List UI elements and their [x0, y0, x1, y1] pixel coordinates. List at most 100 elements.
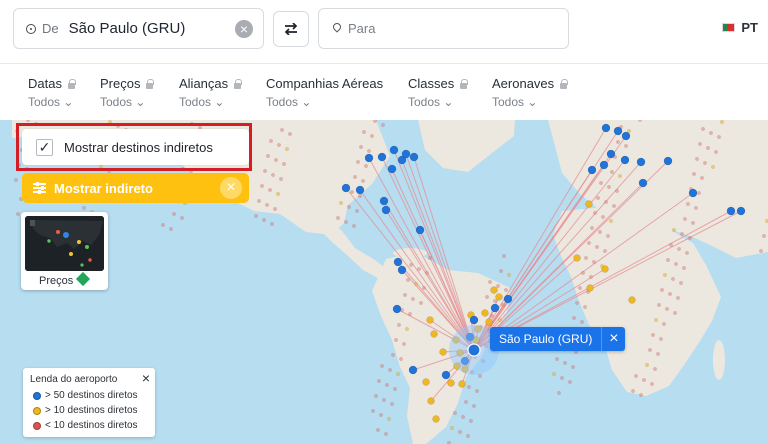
small-airport-dot[interactable] [161, 223, 165, 227]
small-airport-dot[interactable] [672, 228, 676, 232]
small-airport-dot[interactable] [709, 131, 713, 135]
small-airport-dot[interactable] [683, 217, 687, 221]
small-airport-dot[interactable] [271, 173, 275, 177]
major-airport-dot[interactable] [620, 155, 630, 165]
small-airport-dot[interactable] [464, 400, 468, 404]
small-airport-dot[interactable] [686, 202, 690, 206]
medium-airport-dot[interactable] [458, 380, 466, 388]
major-airport-dot[interactable] [736, 206, 746, 216]
close-icon[interactable]: × [142, 370, 150, 386]
medium-airport-dot[interactable] [495, 293, 503, 301]
small-airport-dot[interactable] [356, 160, 360, 164]
small-airport-dot[interactable] [257, 199, 261, 203]
small-airport-dot[interactable] [385, 383, 389, 387]
small-airport-dot[interactable] [656, 352, 660, 356]
small-airport-dot[interactable] [651, 333, 655, 337]
small-airport-dot[interactable] [266, 154, 270, 158]
medium-airport-dot[interactable] [439, 348, 447, 356]
small-airport-dot[interactable] [422, 286, 426, 290]
small-airport-dot[interactable] [700, 176, 704, 180]
major-airport-dot[interactable] [663, 156, 673, 166]
small-airport-dot[interactable] [697, 191, 701, 195]
small-airport-dot[interactable] [604, 200, 608, 204]
major-airport-dot[interactable] [389, 145, 399, 155]
small-airport-dot[interactable] [572, 316, 576, 320]
small-airport-dot[interactable] [265, 203, 269, 207]
small-airport-dot[interactable] [688, 236, 692, 240]
small-airport-dot[interactable] [595, 245, 599, 249]
small-airport-dot[interactable] [396, 372, 400, 376]
small-airport-dot[interactable] [499, 269, 503, 273]
small-airport-dot[interactable] [603, 249, 607, 253]
small-airport-dot[interactable] [639, 393, 643, 397]
close-icon[interactable]: × [601, 327, 625, 351]
small-airport-dot[interactable] [618, 174, 622, 178]
small-airport-dot[interactable] [344, 220, 348, 224]
major-airport-dot[interactable] [726, 206, 736, 216]
small-airport-dot[interactable] [370, 134, 374, 138]
major-airport-dot[interactable] [490, 303, 500, 313]
swap-route-button[interactable] [273, 11, 309, 47]
major-airport-dot[interactable] [606, 149, 616, 159]
small-airport-dot[interactable] [698, 142, 702, 146]
small-airport-dot[interactable] [262, 218, 266, 222]
major-airport-dot[interactable] [377, 152, 387, 162]
small-airport-dot[interactable] [624, 144, 628, 148]
small-airport-dot[interactable] [402, 342, 406, 346]
small-airport-dot[interactable] [552, 372, 556, 376]
small-airport-dot[interactable] [388, 368, 392, 372]
small-airport-dot[interactable] [411, 297, 415, 301]
small-airport-dot[interactable] [668, 292, 672, 296]
major-airport-dot[interactable] [408, 365, 418, 375]
small-airport-dot[interactable] [380, 364, 384, 368]
small-airport-dot[interactable] [665, 307, 669, 311]
small-airport-dot[interactable] [677, 247, 681, 251]
small-airport-dot[interactable] [288, 132, 292, 136]
small-airport-dot[interactable] [592, 260, 596, 264]
small-airport-dot[interactable] [403, 293, 407, 297]
major-airport-dot[interactable] [469, 315, 479, 325]
small-airport-dot[interactable] [660, 288, 664, 292]
small-airport-dot[interactable] [676, 296, 680, 300]
small-airport-dot[interactable] [720, 120, 724, 124]
small-airport-dot[interactable] [280, 128, 284, 132]
small-airport-dot[interactable] [397, 323, 401, 327]
small-airport-dot[interactable] [406, 278, 410, 282]
small-airport-dot[interactable] [466, 434, 470, 438]
major-airport-dot[interactable] [397, 265, 407, 275]
small-airport-dot[interactable] [673, 311, 677, 315]
small-airport-dot[interactable] [493, 299, 497, 303]
small-airport-dot[interactable] [650, 382, 654, 386]
medium-airport-dot[interactable] [573, 254, 581, 262]
filter-dates[interactable]: Datas Todos ⌄ [28, 76, 76, 109]
small-airport-dot[interactable] [674, 262, 678, 266]
small-airport-dot[interactable] [504, 288, 508, 292]
small-airport-dot[interactable] [277, 143, 281, 147]
major-airport-dot[interactable] [688, 188, 698, 198]
small-airport-dot[interactable] [580, 320, 584, 324]
small-airport-dot[interactable] [364, 164, 368, 168]
small-airport-dot[interactable] [663, 273, 667, 277]
filter-airlines[interactable]: Companhias Aéreas Todos ⌄ [266, 76, 383, 109]
small-airport-dot[interactable] [350, 190, 354, 194]
small-airport-dot[interactable] [679, 281, 683, 285]
major-airport-dot[interactable] [379, 196, 389, 206]
small-airport-dot[interactable] [387, 417, 391, 421]
medium-airport-dot[interactable] [628, 296, 636, 304]
small-airport-dot[interactable] [759, 249, 763, 253]
small-airport-dot[interactable] [634, 374, 638, 378]
small-airport-dot[interactable] [467, 385, 471, 389]
small-airport-dot[interactable] [399, 357, 403, 361]
small-airport-dot[interactable] [607, 185, 611, 189]
small-airport-dot[interactable] [268, 188, 272, 192]
medium-airport-dot[interactable] [427, 397, 435, 405]
small-airport-dot[interactable] [347, 205, 351, 209]
small-airport-dot[interactable] [575, 301, 579, 305]
small-airport-dot[interactable] [376, 428, 380, 432]
small-airport-dot[interactable] [654, 318, 658, 322]
small-airport-dot[interactable] [260, 184, 264, 188]
clear-origin-button[interactable]: × [235, 20, 253, 38]
major-airport-dot[interactable] [613, 126, 623, 136]
small-airport-dot[interactable] [263, 169, 267, 173]
small-airport-dot[interactable] [507, 273, 511, 277]
